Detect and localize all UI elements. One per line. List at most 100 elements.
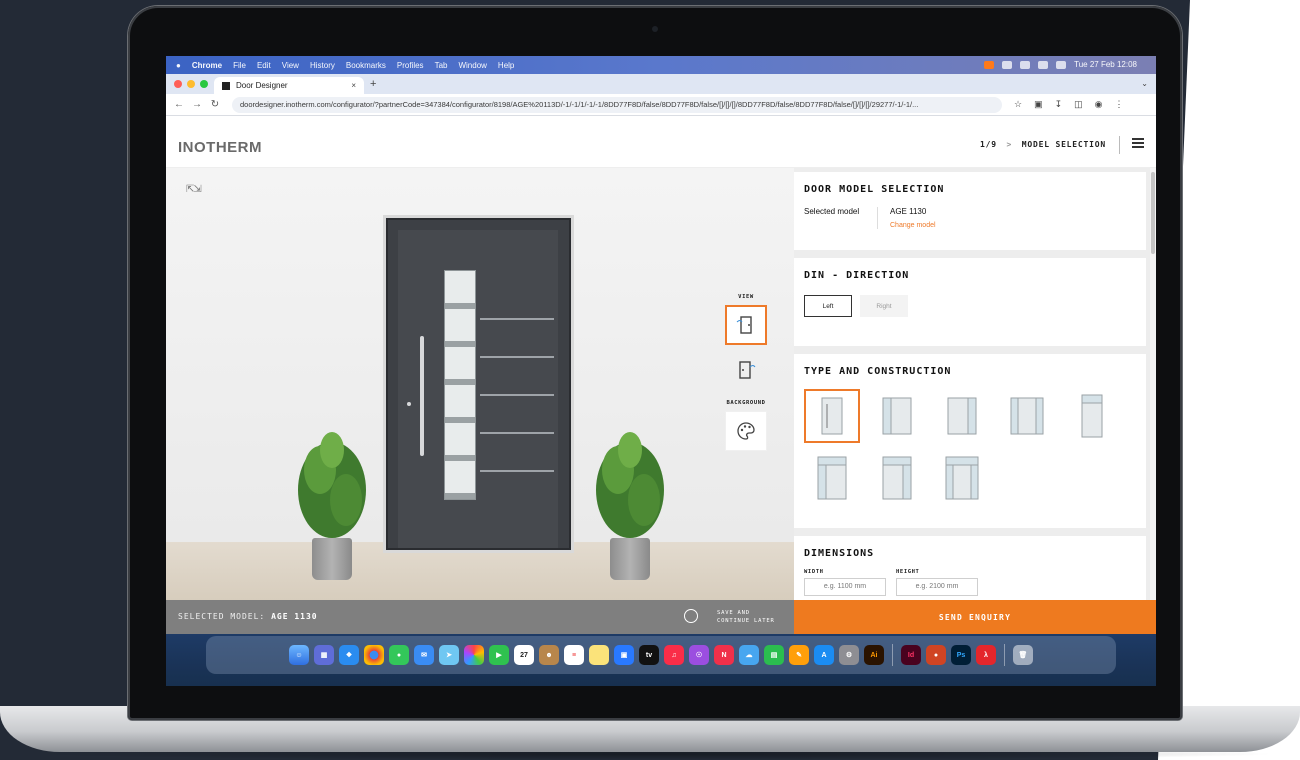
more-menu-icon[interactable]: ⋮ <box>1115 99 1124 110</box>
keynote-app-icon[interactable]: ☁ <box>739 645 759 665</box>
interior-view-button[interactable] <box>725 350 767 390</box>
address-bar[interactable]: doordesigner.inotherm.com/configurator/?… <box>232 96 1002 113</box>
panel-scrollbar[interactable] <box>1150 168 1156 600</box>
notes-icon[interactable] <box>589 645 609 665</box>
profile-icon[interactable]: ◉ <box>1095 99 1103 110</box>
music-icon[interactable]: ♫ <box>664 645 684 665</box>
chrome-icon[interactable] <box>364 645 384 665</box>
messages-icon[interactable]: ● <box>389 645 409 665</box>
extension-icon[interactable]: ▣ <box>1034 99 1043 110</box>
photoshop-icon[interactable]: Ps <box>951 645 971 665</box>
type-option-sidelight-right[interactable] <box>934 389 990 443</box>
view-label: VIEW <box>738 294 754 300</box>
numbers-icon[interactable]: ▤ <box>764 645 784 665</box>
hamburger-menu-icon[interactable] <box>1132 138 1144 148</box>
photos-icon[interactable] <box>464 645 484 665</box>
menu-item-view[interactable]: View <box>282 61 299 70</box>
apple-icon[interactable]: ● <box>176 61 181 70</box>
tab-search-icon[interactable]: ⌄ <box>1141 79 1148 88</box>
selected-model-name: AGE 1130 <box>271 612 318 621</box>
save-icon[interactable] <box>684 609 698 623</box>
type-option-single[interactable] <box>804 389 860 443</box>
selected-model-label: Selected model <box>804 207 878 229</box>
type-option-transom-sidelight-left[interactable] <box>804 451 860 505</box>
height-input[interactable]: e.g. 2100 mm <box>896 578 978 596</box>
powerpoint-icon[interactable]: ● <box>926 645 946 665</box>
search-icon[interactable] <box>1038 60 1049 69</box>
type-option-transom-double-sidelight[interactable] <box>934 451 990 505</box>
maps-icon[interactable]: ➤ <box>439 645 459 665</box>
panel-scrollbar-thumb[interactable] <box>1151 172 1155 254</box>
save-and-continue-button[interactable]: SAVE AND CONTINUE LATER <box>717 609 775 625</box>
type-option-double-sidelight[interactable] <box>999 389 1055 443</box>
indesign-icon[interactable]: Id <box>901 645 921 665</box>
send-enquiry-button[interactable]: SEND ENQUIRY <box>794 600 1156 634</box>
pages-icon[interactable]: ✎ <box>789 645 809 665</box>
launchpad-icon[interactable]: ▦ <box>314 645 334 665</box>
menu-item-history[interactable]: History <box>310 61 335 70</box>
menu-item-edit[interactable]: Edit <box>257 61 271 70</box>
brand-logo[interactable]: INOTHERM <box>178 139 262 156</box>
menu-item-bookmarks[interactable]: Bookmarks <box>346 61 386 70</box>
type-option-transom[interactable] <box>1064 389 1120 443</box>
type-option-sidelight-left[interactable] <box>869 389 925 443</box>
width-input[interactable]: e.g. 1100 mm <box>804 578 886 596</box>
sidepanel-icon[interactable]: ◫ <box>1074 99 1083 110</box>
control-center-icon[interactable] <box>1056 60 1067 69</box>
url-text: doordesigner.inotherm.com/configurator/?… <box>240 100 919 109</box>
safari-icon[interactable]: ❖ <box>339 645 359 665</box>
change-model-link[interactable]: Change model <box>890 222 936 229</box>
new-tab-button[interactable]: + <box>370 78 376 90</box>
menu-item-profiles[interactable]: Profiles <box>397 61 424 70</box>
bookmark-star-icon[interactable]: ☆ <box>1014 99 1022 110</box>
app-store-icon[interactable]: A <box>814 645 834 665</box>
news-icon[interactable]: N <box>714 645 734 665</box>
menu-item-tab[interactable]: Tab <box>435 61 448 70</box>
facetime-icon[interactable]: ▶ <box>489 645 509 665</box>
plant-pot <box>312 538 352 580</box>
tab-close-icon[interactable]: × <box>351 81 356 90</box>
menu-item-file[interactable]: File <box>233 61 246 70</box>
zoom-window-button[interactable] <box>200 80 208 88</box>
reminders-icon[interactable]: ≡ <box>564 645 584 665</box>
finder-icon[interactable]: ☺ <box>289 645 309 665</box>
door-handle <box>420 336 424 456</box>
illustrator-icon[interactable]: Ai <box>864 645 884 665</box>
browser-tab[interactable]: Door Designer × <box>214 77 364 94</box>
keynote-icon[interactable]: ▣ <box>614 645 634 665</box>
door-type-icon <box>817 456 847 500</box>
acrobat-icon[interactable]: λ <box>976 645 996 665</box>
close-window-button[interactable] <box>174 80 182 88</box>
menu-item-help[interactable]: Help <box>498 61 514 70</box>
fullscreen-icon[interactable]: ⇱⇲ <box>186 184 202 195</box>
menu-bar-clock[interactable]: Tue 27 Feb 12:08 <box>1074 60 1137 69</box>
podcasts-icon[interactable]: ☉ <box>689 645 709 665</box>
plant-pot <box>610 538 650 580</box>
mail-icon[interactable]: ✉ <box>414 645 434 665</box>
direction-right-button[interactable]: Right <box>860 295 908 317</box>
trash-icon[interactable]: 🗑 <box>1013 645 1033 665</box>
dimensions-title: DIMENSIONS <box>804 548 875 559</box>
reload-icon[interactable]: ↻ <box>210 99 220 110</box>
selected-model-prefix: SELECTED MODEL: <box>178 612 266 621</box>
minimize-window-button[interactable] <box>187 80 195 88</box>
back-icon[interactable]: ← <box>174 99 184 110</box>
forward-icon[interactable]: → <box>192 99 202 110</box>
exterior-view-button[interactable] <box>725 305 767 345</box>
palette-icon <box>737 422 755 440</box>
direction-left-button[interactable]: Left <box>804 295 852 317</box>
status-app-icon[interactable] <box>984 60 995 69</box>
apple-tv-icon[interactable]: tv <box>639 645 659 665</box>
menu-item-chrome[interactable]: Chrome <box>192 61 222 70</box>
direction-options: Left Right <box>804 295 1136 317</box>
background-button[interactable] <box>725 411 767 451</box>
width-label: WIDTH <box>804 569 824 575</box>
system-settings-icon[interactable]: ⚙ <box>839 645 859 665</box>
type-option-transom-sidelight-right[interactable] <box>869 451 925 505</box>
status-user-icon[interactable] <box>1002 60 1013 69</box>
wifi-icon[interactable] <box>1020 60 1031 69</box>
download-icon[interactable]: ↧ <box>1055 99 1063 110</box>
calendar-icon[interactable]: 27 <box>514 645 534 665</box>
menu-item-window[interactable]: Window <box>458 61 486 70</box>
contacts-icon[interactable]: ☻ <box>539 645 559 665</box>
